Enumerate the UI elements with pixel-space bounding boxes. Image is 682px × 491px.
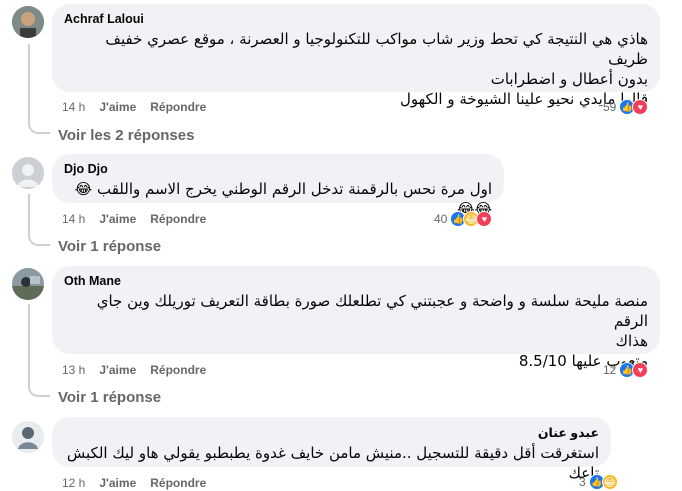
reply-button[interactable]: Répondre — [150, 212, 206, 226]
reaction-count: 59 — [603, 100, 617, 114]
view-replies-link[interactable]: Voir les 2 réponses — [58, 127, 194, 144]
avatar[interactable] — [12, 421, 44, 453]
reaction-summary[interactable]: 59 👍 ♥ — [603, 99, 649, 115]
like-button[interactable]: J'aime — [99, 363, 136, 377]
comment-timestamp[interactable]: 12 h — [62, 476, 85, 490]
reply-button[interactable]: Répondre — [150, 363, 206, 377]
haha-icon: 😂 — [601, 474, 618, 490]
comment-actions: 14 h J'aime Répondre — [62, 100, 220, 114]
thread-connector — [28, 194, 50, 246]
thread-connector — [28, 44, 50, 134]
reaction-summary[interactable]: 12 👍 ♥ — [603, 362, 649, 378]
avatar[interactable] — [12, 268, 44, 300]
like-button[interactable]: J'aime — [99, 212, 136, 226]
comment-actions: 13 h J'aime Répondre — [62, 363, 220, 377]
love-icon: ♥ — [632, 99, 649, 115]
avatar[interactable] — [12, 6, 44, 38]
comment-author[interactable]: عبدو عنان — [64, 425, 599, 440]
comment-timestamp[interactable]: 13 h — [62, 363, 85, 377]
reaction-count: 40 — [434, 212, 448, 226]
comment-line: بدون أعطال و اضطرابات — [490, 70, 648, 88]
avatar[interactable] — [12, 157, 44, 189]
love-icon: ♥ — [476, 211, 493, 227]
comment-line: هذاك — [615, 332, 648, 350]
reaction-summary[interactable]: 40 👍 😂 ♥ — [434, 211, 493, 227]
reaction-count: 3 — [579, 475, 586, 489]
like-button[interactable]: J'aime — [99, 476, 136, 490]
comment-line: هاذي هي النتيجة كي تحط وزير شاب مواكب لل… — [105, 30, 648, 68]
reply-button[interactable]: Répondre — [150, 100, 206, 114]
like-button[interactable]: J'aime — [99, 100, 136, 114]
comment-text: هاذي هي النتيجة كي تحط وزير شاب مواكب لل… — [64, 29, 648, 109]
reaction-summary[interactable]: 3 👍 😂 — [579, 474, 618, 490]
comment-actions: 14 h J'aime Répondre — [62, 212, 220, 226]
view-replies-link[interactable]: Voir 1 réponse — [58, 389, 161, 406]
comment-bubble: Achraf Laloui هاذي هي النتيجة كي تحط وزي… — [52, 4, 660, 108]
comment-bubble: Djo Djo اول مرة نحس بالرقمنة تدخل الرقم … — [52, 154, 504, 218]
love-icon: ♥ — [632, 362, 649, 378]
thread-connector — [28, 304, 50, 397]
comment-timestamp[interactable]: 14 h — [62, 212, 85, 226]
comment-bubble: Oth Mane منصة مليحة سلسة و واضحة و عجبتن… — [52, 266, 660, 370]
comment-author[interactable]: Achraf Laloui — [64, 12, 648, 26]
comment-line: منصة مليحة سلسة و واضحة و عجبتني كي تطلع… — [96, 292, 648, 330]
comment-text: منصة مليحة سلسة و واضحة و عجبتني كي تطلع… — [64, 291, 648, 371]
comment-author[interactable]: Djo Djo — [64, 162, 492, 176]
comment-bubble: عبدو عنان استغرقت أقل دقيقة للتسجيل ..من… — [52, 417, 611, 482]
reply-button[interactable]: Répondre — [150, 476, 206, 490]
comment-author[interactable]: Oth Mane — [64, 274, 648, 288]
reaction-count: 12 — [603, 363, 617, 377]
comment-timestamp[interactable]: 14 h — [62, 100, 85, 114]
comment-actions: 12 h J'aime Répondre — [62, 476, 220, 490]
view-replies-link[interactable]: Voir 1 réponse — [58, 238, 161, 255]
